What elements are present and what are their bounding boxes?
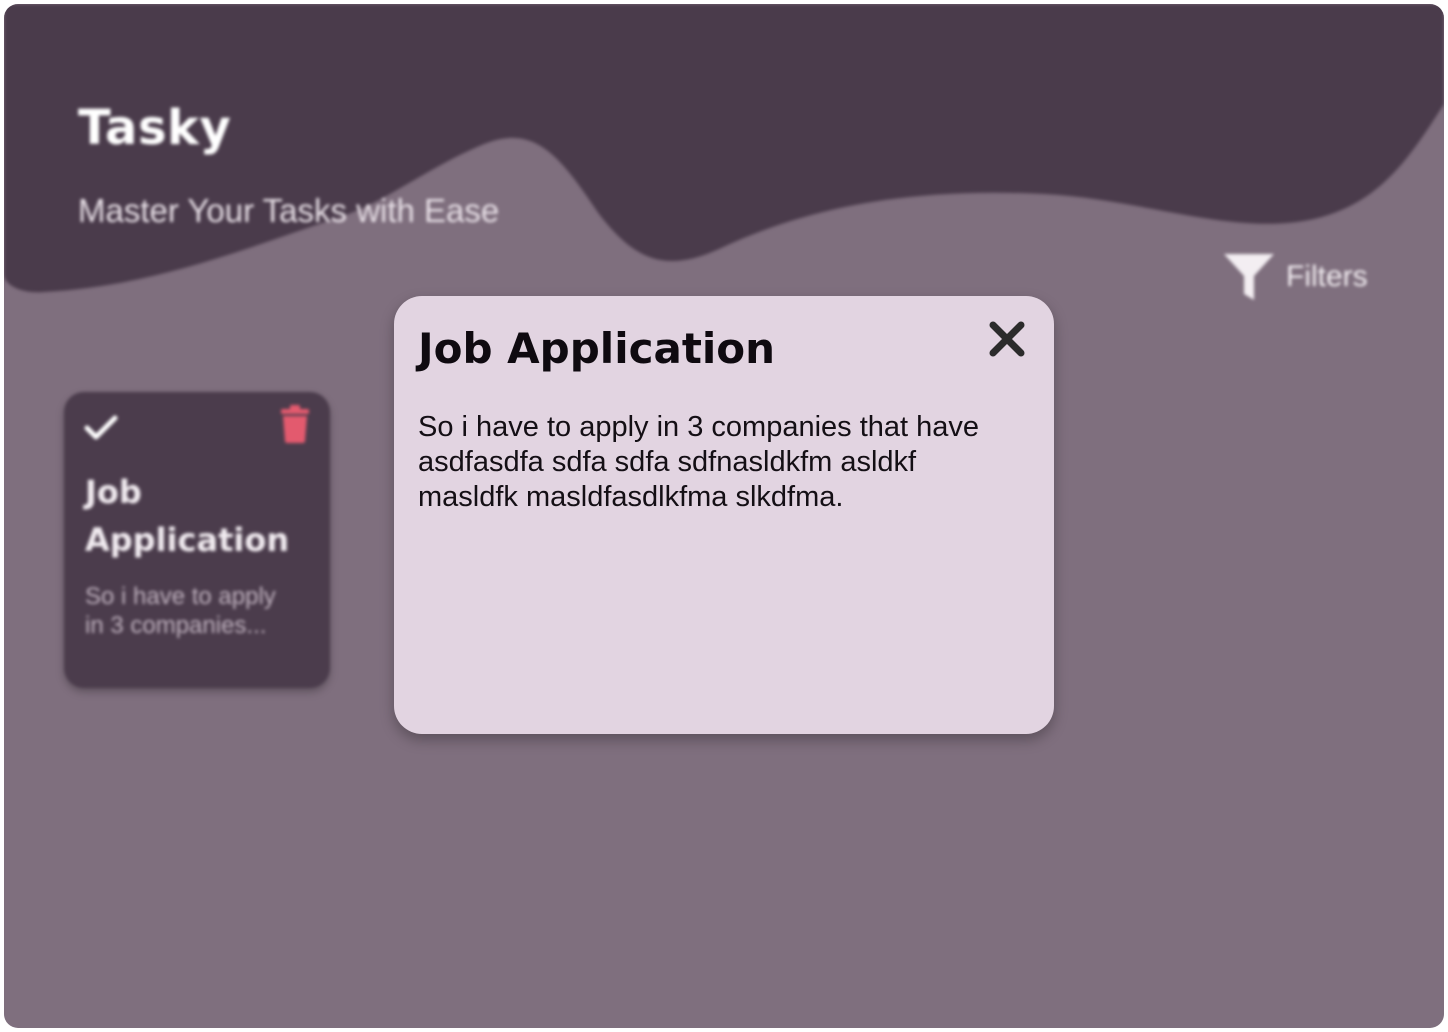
- app-window: Tasky Master Your Tasks with Ease Filter…: [4, 4, 1444, 1028]
- task-card-title: Job Application: [85, 473, 290, 559]
- filter-funnel-icon: [1224, 254, 1274, 300]
- filters-button[interactable]: Filters: [1222, 250, 1368, 304]
- app-subtitle: Master Your Tasks with Ease: [78, 192, 500, 229]
- task-card[interactable]: Job Application So i have to apply in 3 …: [64, 392, 330, 688]
- close-button[interactable]: [984, 316, 1030, 362]
- app-title: Tasky: [78, 100, 232, 156]
- filters-label: Filters: [1286, 260, 1368, 293]
- task-card-description: So i have to apply in 3 companies...: [85, 583, 276, 639]
- trash-icon[interactable]: [278, 404, 312, 449]
- close-icon: [989, 321, 1025, 357]
- modal-body-text: So i have to apply in 3 companies that h…: [418, 411, 980, 513]
- task-detail-modal: Job Application So i have to apply in 3 …: [394, 296, 1054, 734]
- check-icon[interactable]: [84, 414, 118, 447]
- modal-title: Job Application: [418, 324, 776, 373]
